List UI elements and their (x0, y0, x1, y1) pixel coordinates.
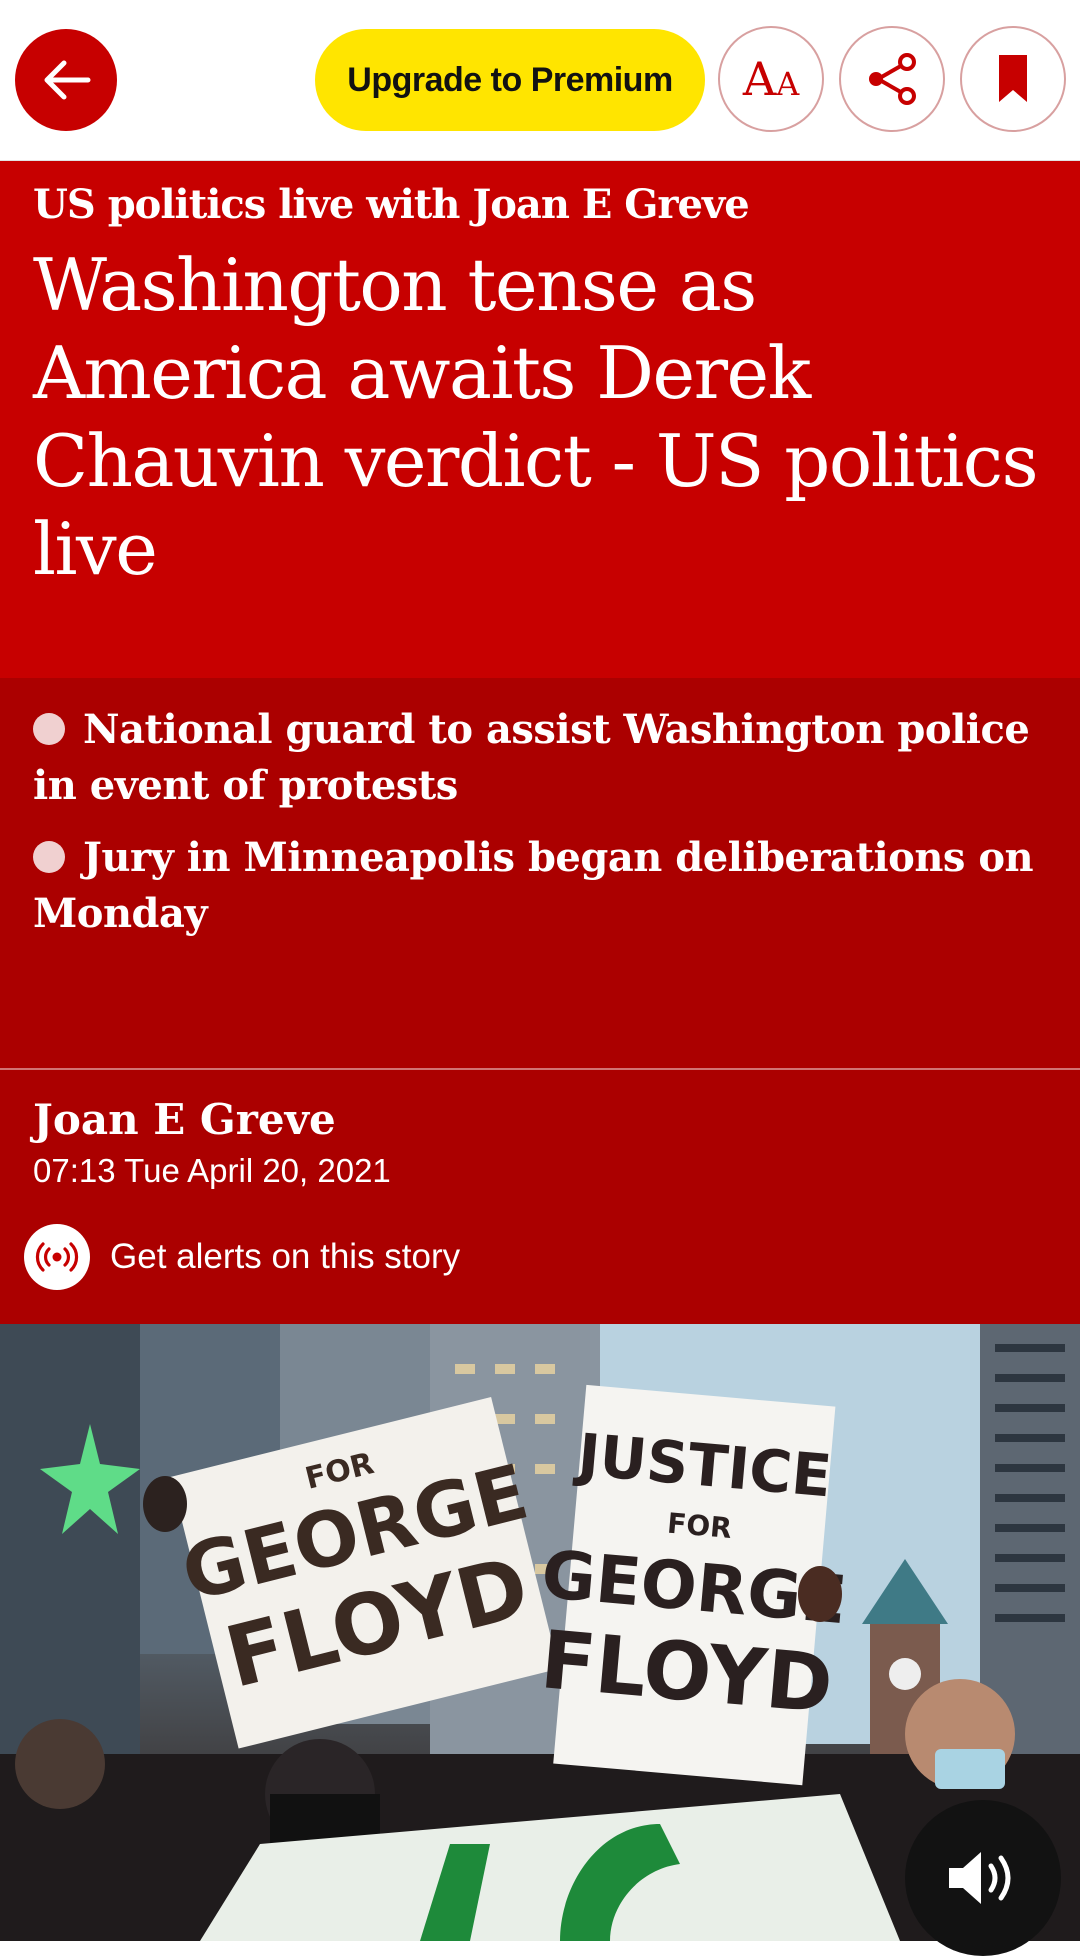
back-button[interactable] (15, 29, 117, 131)
text-size-button[interactable]: AA (718, 26, 824, 132)
standfirst-bullet: National guard to assist Washington poli… (33, 702, 1043, 814)
audio-toggle-button[interactable] (905, 1800, 1061, 1956)
bullet-icon (33, 841, 65, 873)
text-size-icon: AA (742, 52, 800, 106)
share-button[interactable] (839, 26, 945, 132)
byline-section: Joan E Greve 07:13 Tue April 20, 2021 Ge… (0, 1045, 1080, 1324)
upgrade-premium-button[interactable]: Upgrade to Premium (315, 29, 705, 131)
bookmark-icon (999, 55, 1027, 102)
publish-timestamp: 07:13 Tue April 20, 2021 (33, 1152, 391, 1189)
author-name[interactable]: Joan E Greve (33, 1095, 336, 1144)
share-icon (869, 53, 916, 105)
headline-section: US politics live with Joan E Greve Washi… (0, 161, 1080, 678)
standfirst-section: National guard to assist Washington poli… (0, 678, 1080, 1045)
bullet-icon (33, 713, 65, 745)
standfirst-bullet: Jury in Minneapolis began deliberations … (33, 830, 1043, 942)
divider-line (0, 1068, 1080, 1070)
article-headline: Washington tense as America awaits Derek… (33, 243, 1039, 591)
article-kicker[interactable]: US politics live with Joan E Greve (33, 181, 1043, 228)
get-alerts-button[interactable]: Get alerts on this story (24, 1223, 460, 1291)
speaker-icon (949, 1852, 1011, 1904)
top-toolbar: Upgrade to Premium AA (0, 0, 1080, 161)
sign-right-line2: FOR (666, 1507, 733, 1545)
bullet-text: National guard to assist Washington poli… (33, 706, 1030, 809)
arrow-left-icon (44, 60, 91, 100)
alerts-label: Get alerts on this story (110, 1237, 461, 1276)
bullet-text: Jury in Minneapolis began deliberations … (33, 834, 1034, 937)
broadcast-icon (24, 1224, 90, 1290)
bookmark-button[interactable] (960, 26, 1066, 132)
